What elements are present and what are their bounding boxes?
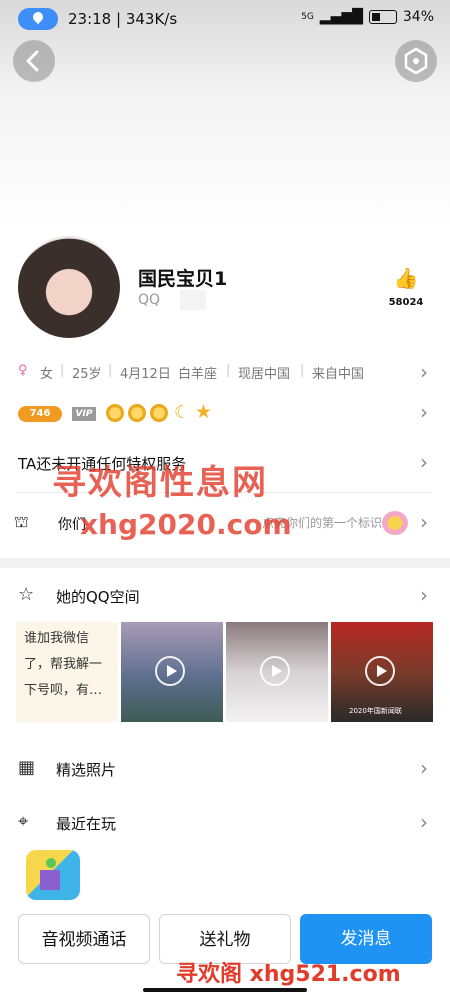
play-icon xyxy=(155,656,185,686)
star-icon: ★ xyxy=(195,401,213,423)
battery-text: 34% xyxy=(402,9,434,25)
network-label: 5G xyxy=(301,12,314,22)
moon-icon: ☾ xyxy=(174,402,191,423)
status-time: 23:18 | 343K/s xyxy=(68,10,178,28)
hexagon-icon xyxy=(404,47,428,75)
separator: | xyxy=(226,363,231,378)
like-button[interactable]: 👍 58024 xyxy=(386,266,426,309)
play-icon xyxy=(365,656,395,686)
qzone-video-thumb[interactable]: 2020年国新闻联 xyxy=(331,622,433,722)
sun-icon xyxy=(150,404,168,422)
chevron-right-icon: › xyxy=(420,400,428,424)
separator: | xyxy=(60,363,65,378)
status-bar: 23:18 | 343K/s 5G ▂▄▆█ 34% xyxy=(0,0,450,38)
qzone-row[interactable]: ☆ 她的QQ空间 › xyxy=(0,581,450,611)
battery-icon xyxy=(368,10,397,24)
star-outline-icon: ☆ xyxy=(18,584,35,605)
qzone-text-post[interactable]: 谁加我微信了，帮我解一下号呗，有… xyxy=(16,622,118,722)
recent-play-title: 最近在玩 xyxy=(56,815,117,833)
section-gap xyxy=(0,558,450,568)
origin: 来自中国 xyxy=(312,367,365,382)
status-right: 5G ▂▄▆█ 34% xyxy=(301,9,434,25)
location-icon xyxy=(18,8,58,30)
age: 25岁 xyxy=(72,367,102,382)
vip-badge: VIP xyxy=(72,407,96,421)
chevron-right-icon: › xyxy=(420,510,428,534)
qzone-title: 她的QQ空间 xyxy=(56,588,140,606)
chevron-right-icon: › xyxy=(420,450,428,474)
back-arrow-icon xyxy=(26,50,39,72)
qq-number-label: QQ xyxy=(138,292,161,308)
game-character-shape xyxy=(46,858,56,868)
avatar[interactable] xyxy=(18,236,120,338)
av-call-button[interactable]: 音视频通话 xyxy=(18,914,150,964)
residence: 现居中国 xyxy=(238,367,291,382)
home-indicator[interactable] xyxy=(143,988,307,992)
play-icon xyxy=(260,656,290,686)
gender: 女 xyxy=(40,367,54,382)
game-cube-shape xyxy=(40,870,60,890)
qq-number-masked xyxy=(180,290,206,310)
chevron-right-icon: › xyxy=(420,583,428,607)
birthday: 4月12日 xyxy=(120,367,171,382)
separator: | xyxy=(300,363,305,378)
photos-title: 精选照片 xyxy=(56,761,117,779)
more-options-button[interactable] xyxy=(395,40,437,82)
chevron-right-icon: › xyxy=(420,360,428,384)
zodiac: 白羊座 xyxy=(178,367,218,382)
chevron-right-icon: › xyxy=(420,810,428,834)
badges-row[interactable]: 746 VIP ☾ ★ › xyxy=(0,400,450,430)
recent-play-row[interactable]: ⌖ 最近在玩 › xyxy=(0,808,450,838)
grid-icon: ▦ xyxy=(18,757,36,778)
back-button[interactable] xyxy=(13,40,55,82)
watermark-bottom: 寻欢阁 xhg521.com xyxy=(176,962,401,987)
sun-icon xyxy=(106,404,124,422)
thumbs-up-icon: 👍 xyxy=(393,266,419,290)
female-icon: ♀ xyxy=(18,363,28,378)
chevron-right-icon: › xyxy=(420,756,428,780)
level-badge: 746 xyxy=(18,406,62,422)
like-count: 58024 xyxy=(388,297,424,308)
qzone-video-thumb[interactable] xyxy=(226,622,328,722)
watermark-url: xhg2020.com xyxy=(80,508,292,541)
basic-info-row[interactable]: ♀ 女 | 25岁 | 4月12日 白羊座 | 现居中国 | 来自中国 › xyxy=(0,360,450,388)
video-caption: 2020年国新闻联 xyxy=(349,707,402,715)
game-app-icon[interactable] xyxy=(26,850,80,900)
qzone-video-thumb[interactable] xyxy=(121,622,223,722)
location-pin-icon: ⌖ xyxy=(18,811,29,832)
watermark-text: 寻欢阁性息网 xyxy=(52,463,268,503)
profile-name: 国民宝贝1 xyxy=(138,268,228,290)
mark-emoji-icon xyxy=(382,511,408,535)
separator: | xyxy=(108,363,113,378)
mark-icon: ⛫ xyxy=(14,512,29,531)
signal-icon: ▂▄▆█ xyxy=(319,9,363,25)
photos-row[interactable]: ▦ 精选照片 › xyxy=(0,754,450,784)
sun-icon xyxy=(128,404,146,422)
